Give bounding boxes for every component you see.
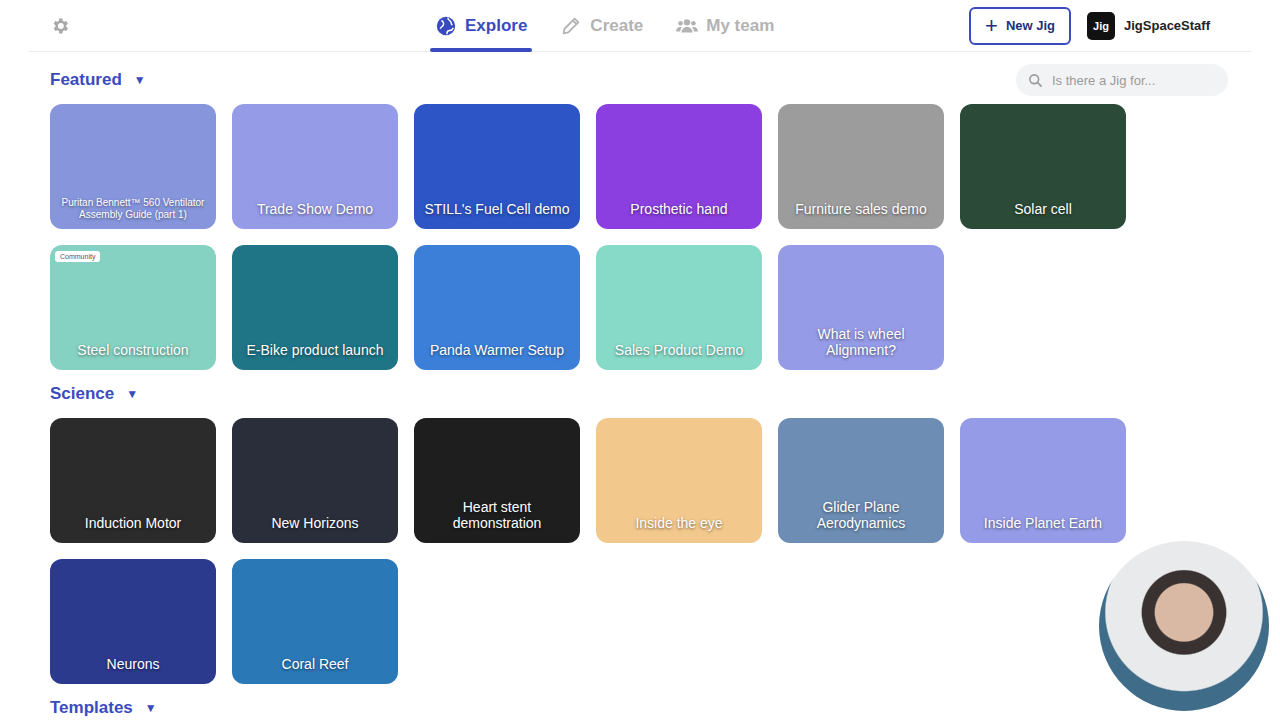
card-label: Panda Warmer Setup bbox=[422, 342, 572, 370]
card-label: Inside the eye bbox=[627, 515, 730, 543]
card-label: Steel construction bbox=[69, 342, 196, 370]
team-icon bbox=[676, 15, 698, 37]
jigspace-app: Explore Create My team +New Jig Jig JigSpaceS… bbox=[0, 0, 1280, 720]
card-label: Induction Motor bbox=[77, 515, 190, 543]
section-title[interactable]: Featured bbox=[50, 70, 122, 90]
card-label: Sales Product Demo bbox=[607, 342, 751, 370]
card-label: Heart stent demonstration bbox=[414, 499, 580, 543]
jig-card[interactable]: Inside the eye bbox=[596, 418, 762, 543]
section-header: Science ▼ bbox=[50, 370, 1228, 418]
jig-card[interactable]: Glider Plane Aerodynamics bbox=[778, 418, 944, 543]
jig-card[interactable]: Coral Reef bbox=[232, 559, 398, 684]
jig-card[interactable]: STILL's Fuel Cell demo bbox=[414, 104, 580, 229]
top-bar: Explore Create My team +New Jig Jig JigSpaceS… bbox=[28, 0, 1252, 52]
jig-card[interactable]: Heart stent demonstration bbox=[414, 418, 580, 543]
jig-card[interactable]: Neurons bbox=[50, 559, 216, 684]
jig-card[interactable]: What is wheel Alignment? bbox=[778, 245, 944, 370]
section-header: Featured ▼ Is there a Jig for... bbox=[50, 56, 1228, 104]
section-title[interactable]: Templates bbox=[50, 698, 133, 718]
jig-card[interactable]: Prosthetic hand bbox=[596, 104, 762, 229]
jig-card[interactable]: Trade Show Demo bbox=[232, 104, 398, 229]
globe-icon bbox=[435, 15, 457, 37]
card-label: What is wheel Alignment? bbox=[778, 326, 944, 370]
jig-card[interactable]: Puritan Bennett™ 560 Ventilator Assembly… bbox=[50, 104, 216, 229]
jig-logo: Jig bbox=[1087, 12, 1115, 40]
webcam-video bbox=[1099, 541, 1269, 711]
jig-card[interactable]: Panda Warmer Setup bbox=[414, 245, 580, 370]
community-badge: Community bbox=[55, 251, 100, 262]
main-tabs: Explore Create My team bbox=[430, 0, 779, 51]
explore-content: Featured ▼ Is there a Jig for... Puritan Be… bbox=[0, 52, 1280, 719]
card-label: Solar cell bbox=[1006, 201, 1080, 229]
top-right: +New Jig Jig JigSpaceStaff bbox=[969, 7, 1210, 45]
section-title[interactable]: Science bbox=[50, 384, 114, 404]
card-label: Prosthetic hand bbox=[622, 201, 735, 229]
jig-card[interactable]: Community Steel construction bbox=[50, 245, 216, 370]
user-name: JigSpaceStaff bbox=[1124, 18, 1210, 33]
card-label: STILL's Fuel Cell demo bbox=[416, 201, 577, 229]
section-toggle[interactable]: ▼ bbox=[126, 387, 138, 401]
card-grid: Induction Motor New Horizons Heart stent d… bbox=[50, 418, 1228, 684]
section-toggle[interactable]: ▼ bbox=[134, 73, 146, 87]
jig-card[interactable]: Solar cell bbox=[960, 104, 1126, 229]
search-icon bbox=[1028, 73, 1043, 88]
card-label: Furniture sales demo bbox=[787, 201, 935, 229]
jig-card[interactable]: Furniture sales demo bbox=[778, 104, 944, 229]
jig-card[interactable]: Sales Product Demo bbox=[596, 245, 762, 370]
card-label: Coral Reef bbox=[274, 656, 357, 684]
category-section: Science ▼ Induction Motor New Horizons Heart… bbox=[50, 370, 1228, 684]
card-label: Glider Plane Aerodynamics bbox=[778, 499, 944, 543]
new-jig-button[interactable]: +New Jig bbox=[969, 7, 1071, 45]
jig-card[interactable]: E-Bike product launch bbox=[232, 245, 398, 370]
section-header: Templates ▼ bbox=[50, 684, 1228, 719]
nav-tab[interactable]: Explore bbox=[430, 0, 532, 51]
card-label: Puritan Bennett™ 560 Ventilator Assembly… bbox=[50, 197, 216, 229]
section-toggle[interactable]: ▼ bbox=[145, 701, 157, 715]
category-section: Featured ▼ Is there a Jig for... Puritan Be… bbox=[50, 56, 1228, 370]
jig-card[interactable]: Inside Planet Earth bbox=[960, 418, 1126, 543]
category-section: Templates ▼ bbox=[50, 684, 1228, 719]
card-label: Neurons bbox=[99, 656, 168, 684]
card-label: New Horizons bbox=[263, 515, 366, 543]
card-grid: Puritan Bennett™ 560 Ventilator Assembly… bbox=[50, 104, 1228, 370]
pencil-icon bbox=[560, 15, 582, 37]
nav-tab[interactable]: Create bbox=[555, 0, 648, 51]
card-label: E-Bike product launch bbox=[239, 342, 392, 370]
jig-card[interactable]: Induction Motor bbox=[50, 418, 216, 543]
jig-card[interactable]: New Horizons bbox=[232, 418, 398, 543]
card-label: Inside Planet Earth bbox=[976, 515, 1110, 543]
gear-icon[interactable] bbox=[50, 16, 70, 36]
plus-icon: + bbox=[985, 17, 998, 35]
search-field[interactable]: Is there a Jig for... bbox=[1016, 64, 1228, 96]
user-menu[interactable]: Jig JigSpaceStaff bbox=[1087, 12, 1210, 40]
card-label: Trade Show Demo bbox=[249, 201, 381, 229]
nav-tab[interactable]: My team bbox=[671, 0, 779, 51]
